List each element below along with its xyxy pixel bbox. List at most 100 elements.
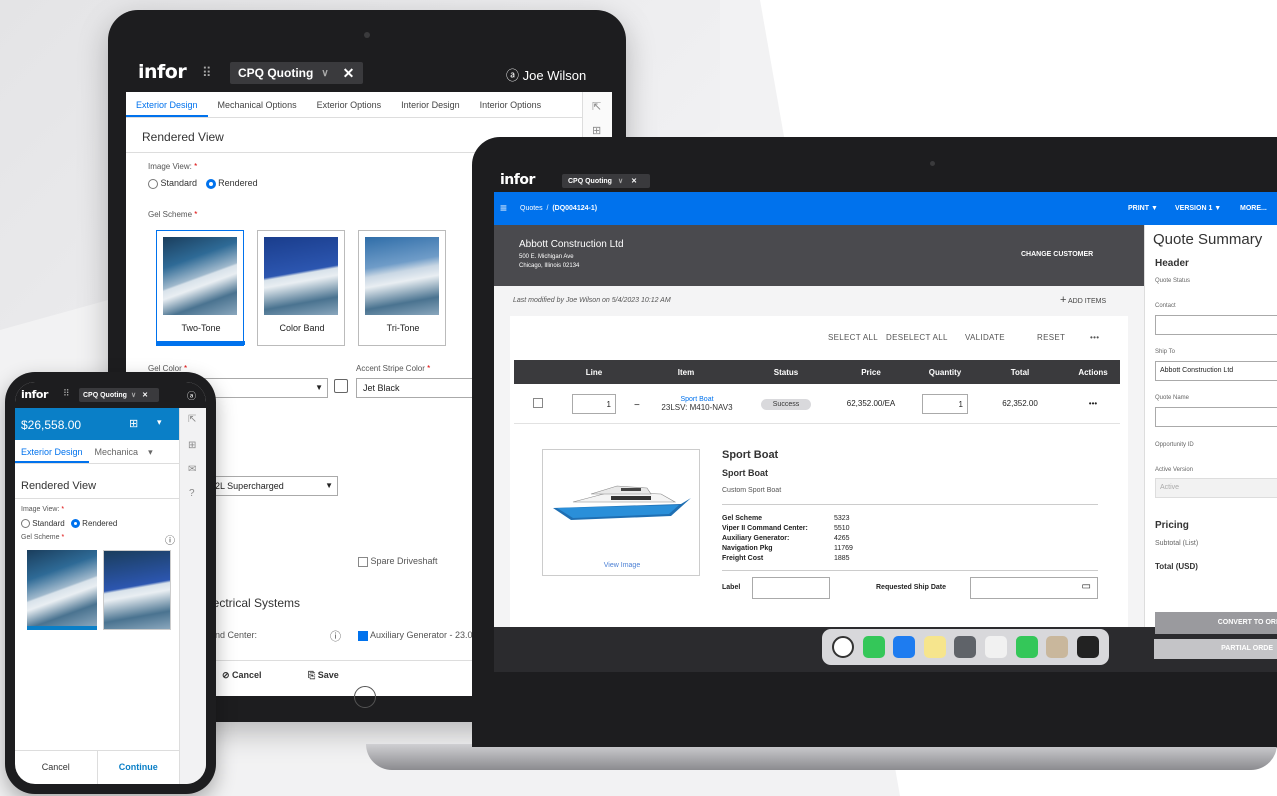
close-icon[interactable]: ✕ (631, 177, 637, 185)
spec-row: Viper II Command Center: 5510 (722, 524, 853, 534)
calendar-icon[interactable]: ▭ (1082, 581, 1091, 592)
tab-mechanical-options[interactable]: Mechanical Options (208, 92, 307, 117)
checkbox[interactable] (358, 556, 368, 567)
validate-button[interactable]: VALIDATE (965, 333, 1005, 342)
calculator-icon[interactable] (954, 636, 977, 658)
user-menu[interactable]: ⓐ Joe Wilson (506, 65, 586, 84)
collapse-icon[interactable]: − (634, 400, 640, 411)
breadcrumb-quotes[interactable]: Quotes (520, 205, 543, 212)
chevron-down-icon[interactable]: ▾ (144, 440, 157, 463)
radio-standard[interactable] (148, 178, 158, 189)
quantity-input[interactable]: 1 (922, 393, 968, 414)
more-actions-button[interactable]: ••• (1090, 333, 1099, 342)
tab-exterior-options[interactable]: Exterior Options (307, 92, 392, 117)
reminders-icon[interactable] (985, 636, 1007, 658)
help-icon[interactable]: ? (189, 488, 195, 499)
close-icon[interactable]: ✕ (142, 391, 148, 399)
grid-icon[interactable]: ⊞ (592, 124, 601, 137)
info-icon[interactable]: ⓘ (330, 628, 341, 644)
mail-icon[interactable] (893, 636, 916, 658)
row-checkbox[interactable] (533, 397, 543, 408)
row-actions-menu[interactable]: ••• (1066, 399, 1120, 408)
partial-order-button[interactable]: PARTIAL ORDE (1154, 639, 1277, 659)
convert-to-order-button[interactable]: CONVERT TO ORD (1155, 612, 1277, 634)
contact-input[interactable] (1155, 315, 1277, 335)
clock-icon[interactable] (832, 636, 855, 658)
select-all-button[interactable]: SELECT ALL (828, 333, 878, 342)
more-menu[interactable]: MORE... (1240, 205, 1267, 212)
close-icon[interactable]: ✕ (343, 65, 355, 82)
wallet-icon[interactable] (1076, 636, 1099, 658)
tab-exterior-design[interactable]: Exterior Design (126, 92, 208, 117)
grid-icon[interactable]: ⊞ (188, 440, 196, 451)
app-grid-icon[interactable]: ⠿ (202, 65, 212, 81)
accent-stripe-select[interactable]: Jet Black (356, 378, 476, 398)
info-icon[interactable]: ⓘ (165, 532, 175, 547)
product-subtitle: Sport Boat (722, 468, 768, 478)
spec-list: Gel Scheme 5323 Viper II Command Center: 5… (722, 514, 853, 564)
save-button[interactable]: ⎘ Save (308, 670, 339, 681)
notes-icon[interactable] (923, 636, 946, 658)
app-chip-label: CPQ Quoting (238, 66, 314, 80)
swatch-two-tone[interactable]: Two-Tone (156, 230, 245, 346)
app-chip[interactable]: CPQ Quoting ∨ ✕ (230, 62, 363, 84)
print-menu[interactable]: PRINT ▼ (1128, 205, 1158, 212)
swatch-color-band[interactable]: Color Band (257, 230, 345, 346)
reset-button[interactable]: RESET (1037, 333, 1065, 342)
line-input[interactable]: 1 (572, 393, 616, 414)
user-icon[interactable]: ⓐ (187, 389, 196, 402)
chevron-down-icon[interactable]: ∨ (131, 391, 136, 399)
cancel-button[interactable]: ⊘ Cancel (222, 670, 262, 681)
summary-title: Quote Summary (1153, 231, 1263, 248)
tab-exterior-design[interactable]: Exterior Design (15, 440, 89, 463)
customer-header: Abbott Construction Ltd 500 E. Michigan … (494, 225, 1144, 286)
app-chip[interactable]: CPQ Quoting ∨ ✕ (79, 388, 159, 402)
tab-mechanical[interactable]: Mechanica (89, 440, 145, 463)
radio-rendered[interactable] (205, 178, 216, 189)
deselect-all-button[interactable]: DESELECT ALL (886, 333, 948, 342)
swatch-two-tone[interactable] (27, 550, 97, 630)
item-link[interactable]: Sport Boat (634, 396, 746, 403)
mail-icon[interactable]: ✉ (188, 464, 196, 475)
cancel-button[interactable]: Cancel (15, 751, 98, 784)
continue-button[interactable]: Continue (98, 751, 180, 784)
chevron-down-icon[interactable]: ∨ (618, 177, 623, 185)
dropdown-icon[interactable]: ▾ (157, 417, 162, 428)
version-menu[interactable]: VERSION 1 ▼ (1175, 205, 1221, 212)
expand-icon[interactable]: ⇱ (592, 100, 601, 113)
expand-icon[interactable]: ⇱ (188, 414, 196, 425)
image-icon[interactable] (334, 379, 348, 393)
app-chip[interactable]: CPQ Quoting ∨ ✕ (562, 174, 650, 188)
label-input[interactable] (752, 577, 830, 599)
app-grid-icon[interactable]: ⠿ (63, 388, 70, 399)
chevron-down-icon[interactable]: ∨ (321, 68, 328, 79)
swatch-tri-tone[interactable]: Tri-Tone (358, 230, 446, 346)
spare-driveshaft-option[interactable]: Spare Driveshaft (358, 556, 438, 567)
phone-tabs: Exterior Design Mechanica ▾ (15, 440, 179, 464)
contacts-icon[interactable] (1046, 636, 1069, 658)
messages-icon[interactable] (862, 636, 885, 658)
col-status: Status (773, 367, 799, 377)
engine-select[interactable]: 2L Supercharged ▼ (208, 476, 338, 496)
spare-driveshaft-label: Spare Driveshaft (370, 556, 438, 566)
aux-generator-option[interactable]: Auxiliary Generator - 23.0 (358, 630, 473, 641)
view-image-link[interactable]: View Image (543, 562, 701, 569)
change-customer-button[interactable]: CHANGE CUSTOMER (1021, 251, 1093, 258)
add-items-button[interactable]: + ADD ITEMS (1060, 294, 1106, 306)
quote-name-input[interactable] (1155, 407, 1277, 427)
save-label: Save (317, 670, 339, 680)
swatch-color-band[interactable] (103, 550, 171, 630)
ship-to-input[interactable]: Abbott Construction Ltd (1155, 361, 1277, 381)
table-row[interactable]: 1 − Sport Boat 23LSV: M410-NAV3 Success … (514, 384, 1120, 424)
phone-icon[interactable] (1015, 636, 1038, 658)
tab-interior-design[interactable]: Interior Design (391, 92, 470, 117)
hamburger-icon[interactable]: ≡ (500, 201, 507, 215)
ship-date-input[interactable]: ▭ (970, 577, 1098, 599)
radio-standard[interactable] (21, 519, 30, 529)
tab-interior-options[interactable]: Interior Options (470, 92, 552, 117)
grid-view-icon[interactable]: ⊞ (129, 417, 138, 430)
breadcrumb-sep: / (546, 205, 549, 212)
radio-rendered[interactable] (70, 519, 80, 529)
checkbox-checked[interactable] (358, 630, 368, 641)
radio-rendered-label: Rendered (218, 178, 258, 188)
